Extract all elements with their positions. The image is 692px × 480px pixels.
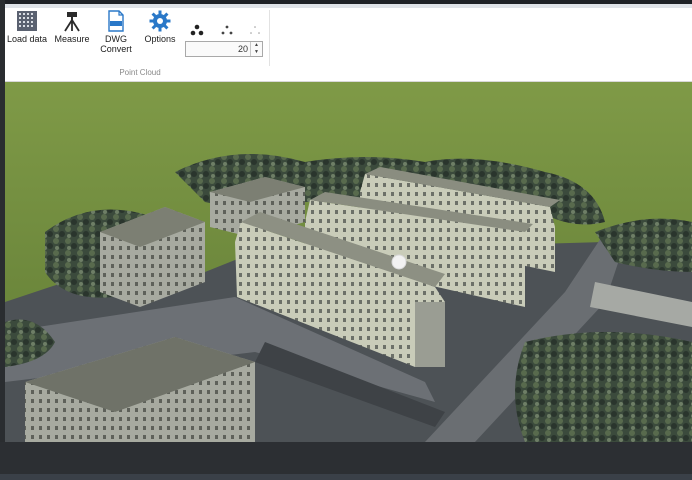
load-data-label: Load data <box>6 34 48 44</box>
tree-cluster-southeast <box>515 332 692 442</box>
stepper-arrows[interactable]: ▲ ▼ <box>250 42 262 56</box>
load-data-button[interactable]: Load data <box>6 10 48 44</box>
ribbon-top-border <box>5 4 692 8</box>
point-size-value: 20 <box>237 44 248 54</box>
point-cloud-viewport[interactable] <box>5 82 692 442</box>
dwg-convert-button[interactable]: DWG Convert <box>96 10 136 54</box>
tripod-survey-icon <box>64 12 80 32</box>
point-size-large-icon[interactable] <box>190 24 204 36</box>
dwg-convert-label: DWG Convert <box>100 34 132 54</box>
ribbon-toolbar: Load data Measure DWG Convert Options 20… <box>5 4 692 82</box>
measure-button[interactable]: Measure <box>52 10 92 44</box>
point-size-medium-icon[interactable] <box>221 25 233 35</box>
stepper-down-icon[interactable]: ▼ <box>251 49 262 56</box>
point-cloud-group-label: Point Cloud <box>119 68 161 77</box>
gear-icon <box>149 10 171 32</box>
measure-label: Measure <box>54 34 90 44</box>
dwg-file-icon <box>108 10 124 32</box>
status-bar <box>0 442 692 480</box>
point-cloud-grid-icon <box>17 11 37 31</box>
status-bar-stripe <box>0 474 692 480</box>
point-size-stepper[interactable]: 20 ▲ ▼ <box>185 41 263 57</box>
stepper-up-icon[interactable]: ▲ <box>251 42 262 49</box>
point-size-options[interactable] <box>187 18 267 38</box>
point-size-small-icon[interactable] <box>250 26 260 34</box>
point-cloud-scene[interactable] <box>5 82 692 442</box>
options-button[interactable]: Options <box>140 10 180 44</box>
options-label: Options <box>144 34 176 44</box>
orbit-pivot-marker[interactable] <box>391 254 407 270</box>
group-divider <box>269 10 270 66</box>
